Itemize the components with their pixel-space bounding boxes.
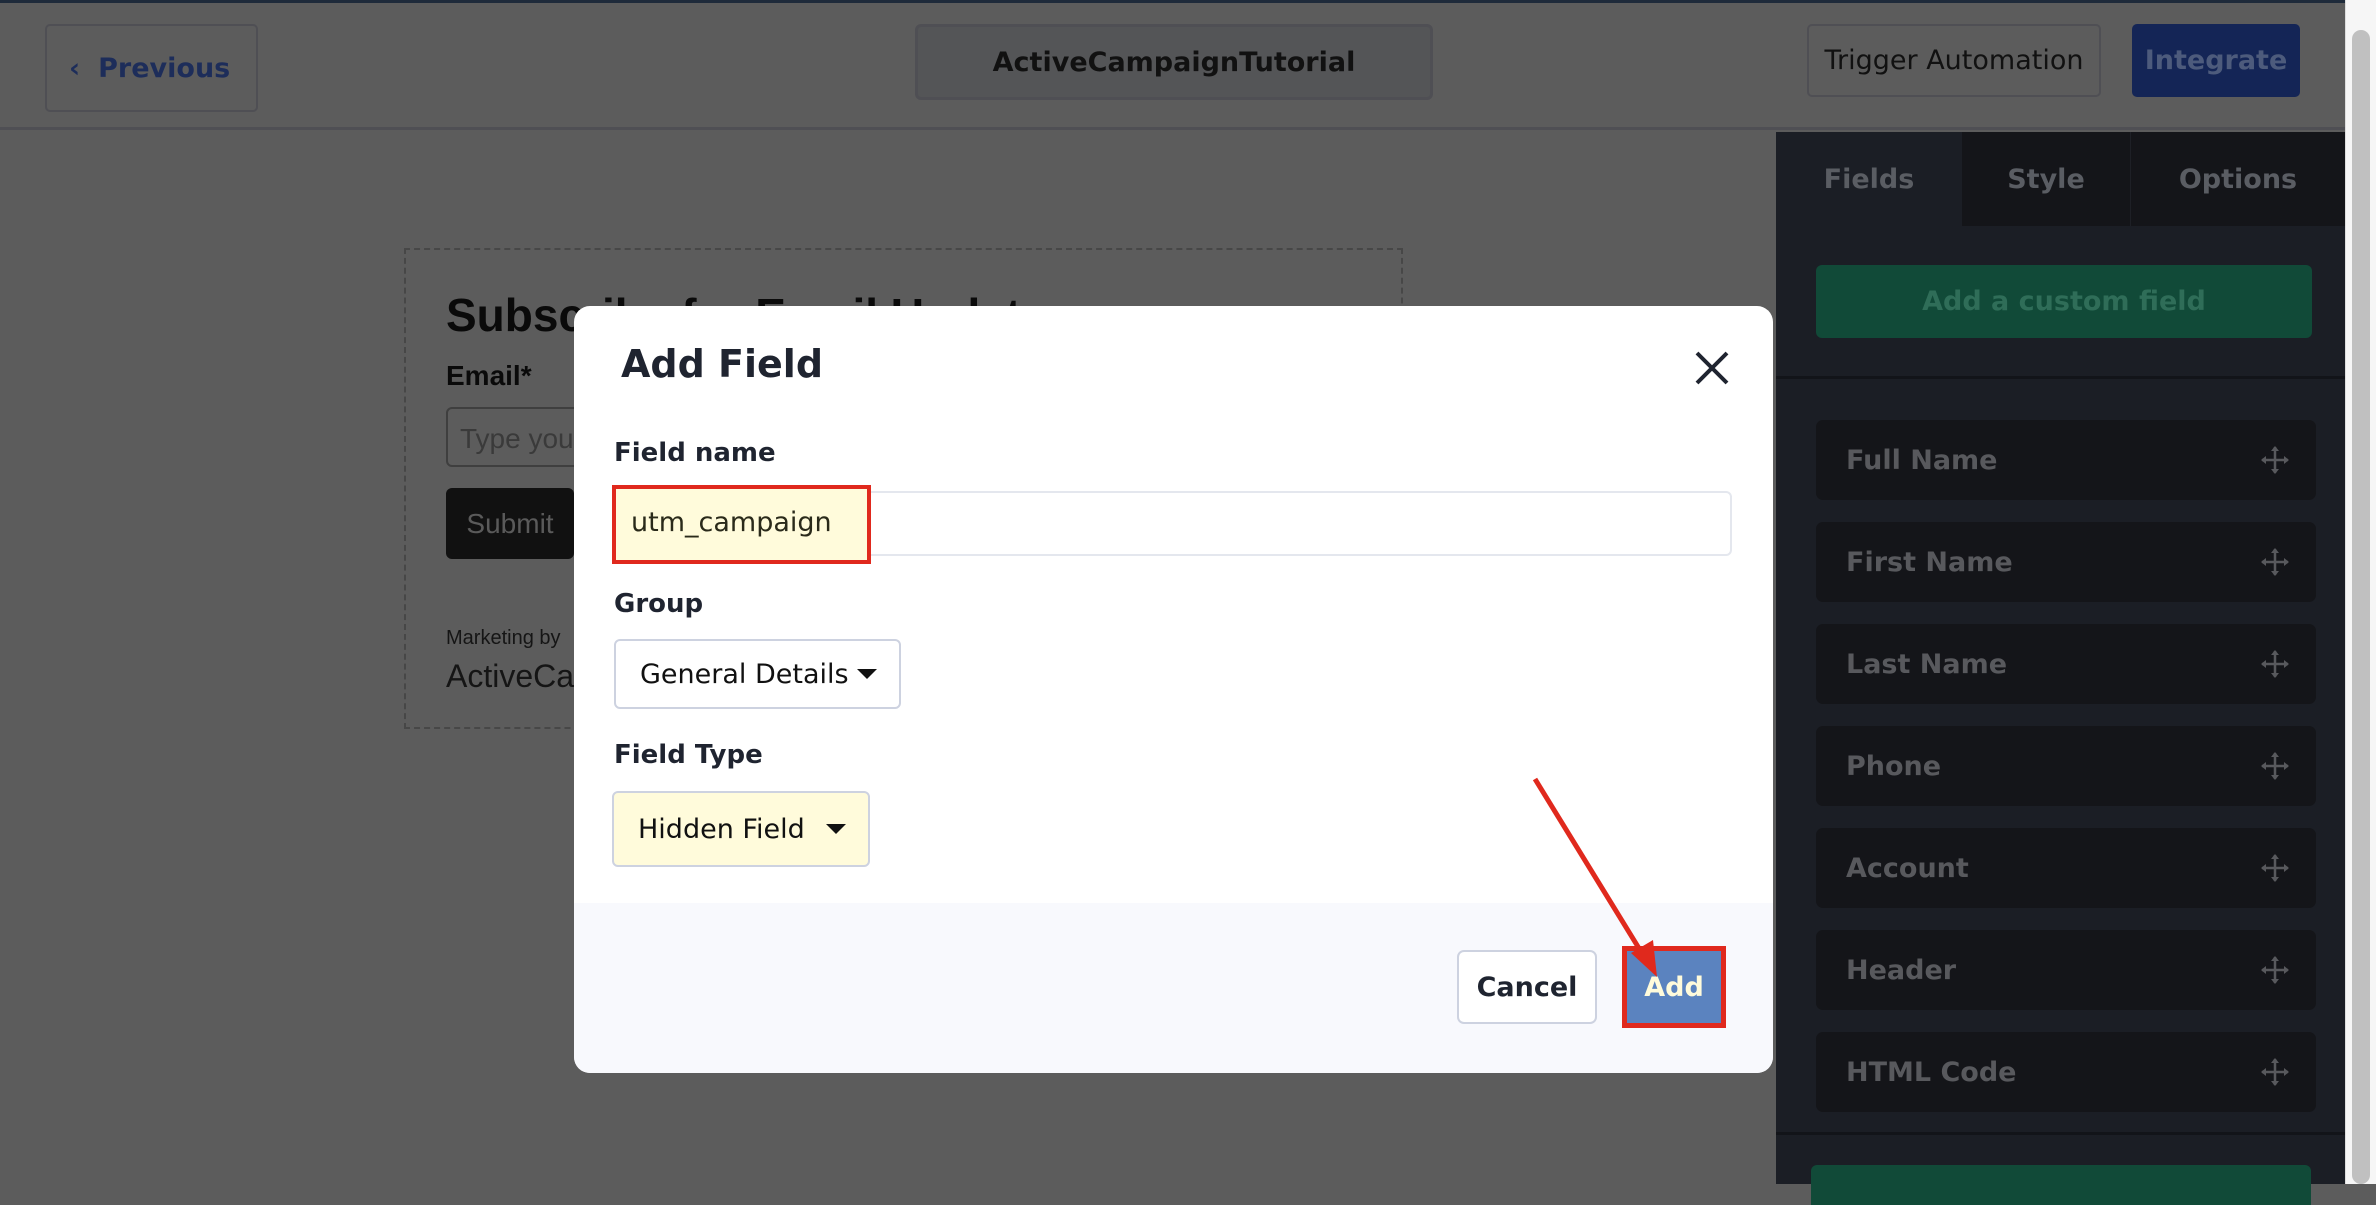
group-select[interactable]: General Details: [614, 639, 901, 709]
field-item-label: First Name: [1846, 546, 2013, 578]
divider: [1776, 1132, 2345, 1135]
preview-submit-button[interactable]: Submit: [446, 488, 574, 559]
field-name-label: Field name: [614, 438, 776, 468]
field-type-select[interactable]: Hidden Field: [612, 791, 870, 867]
tab-style[interactable]: Style: [1962, 132, 2130, 226]
field-item[interactable]: Header: [1816, 930, 2316, 1010]
field-name-value[interactable]: utm_campaign: [612, 485, 871, 564]
divider: [1776, 376, 2345, 379]
move-icon[interactable]: [2260, 955, 2290, 985]
field-item-label: Phone: [1846, 750, 1942, 782]
field-type-label: Field Type: [614, 740, 763, 770]
move-icon[interactable]: [2260, 547, 2290, 577]
marketing-by-text: Marketing by: [446, 627, 561, 649]
add-field-modal: Add Field Field name utm_campaign Group …: [574, 306, 1773, 1073]
add-button[interactable]: Add: [1622, 946, 1726, 1028]
tab-fields[interactable]: Fields: [1776, 132, 1962, 226]
field-item[interactable]: Account: [1816, 828, 2316, 908]
add-custom-field-button[interactable]: Add a custom field: [1816, 265, 2312, 338]
field-item[interactable]: Full Name: [1816, 420, 2316, 500]
preview-email-label: Email*: [446, 360, 532, 391]
move-icon[interactable]: [2260, 1057, 2290, 1087]
fields-sidebar: Fields Style Options Add a custom field …: [1776, 132, 2345, 1205]
field-type-value: Hidden Field: [638, 813, 805, 845]
field-item[interactable]: Last Name: [1816, 624, 2316, 704]
move-icon[interactable]: [2260, 853, 2290, 883]
field-item-label: Full Name: [1846, 444, 1998, 476]
previous-button[interactable]: ‹ Previous: [45, 24, 258, 112]
modal-title: Add Field: [621, 342, 824, 386]
field-item-label: HTML Code: [1846, 1056, 2017, 1088]
move-icon[interactable]: [2260, 445, 2290, 475]
chevron-left-icon: ‹: [69, 52, 81, 84]
integrate-button[interactable]: Integrate: [2132, 24, 2300, 97]
trigger-automation-button[interactable]: Trigger Automation: [1807, 24, 2101, 97]
scrollbar-thumb[interactable]: [2352, 30, 2370, 1184]
cancel-button[interactable]: Cancel: [1457, 950, 1597, 1024]
group-label: Group: [614, 589, 704, 619]
field-item[interactable]: Phone: [1816, 726, 2316, 806]
field-item[interactable]: HTML Code: [1816, 1032, 2316, 1112]
field-item-label: Header: [1846, 954, 1957, 986]
move-icon[interactable]: [2260, 751, 2290, 781]
move-icon[interactable]: [2260, 649, 2290, 679]
previous-label: Previous: [98, 52, 231, 84]
group-value: General Details: [640, 658, 849, 690]
field-item-label: Account: [1846, 852, 1969, 884]
tab-options[interactable]: Options: [2130, 132, 2345, 226]
caret-down-icon: [826, 824, 846, 834]
field-item-label: Last Name: [1846, 648, 2008, 680]
form-name-field[interactable]: ActiveCampaignTutorial: [915, 24, 1433, 100]
caret-down-icon: [857, 669, 877, 679]
save-button[interactable]: [1811, 1165, 2311, 1205]
field-item[interactable]: First Name: [1816, 522, 2316, 602]
close-icon[interactable]: [1692, 348, 1732, 388]
